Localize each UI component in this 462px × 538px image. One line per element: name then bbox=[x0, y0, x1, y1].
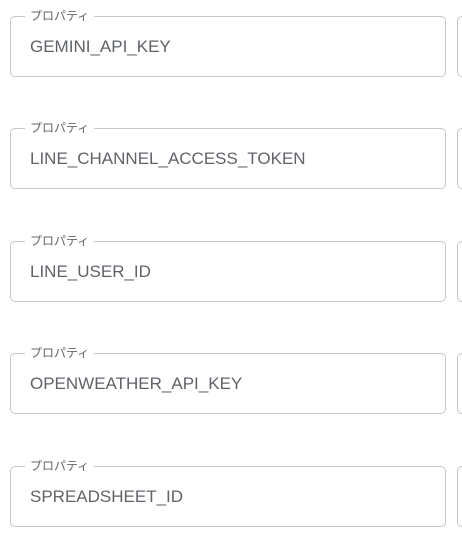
property-value[interactable]: GEMINI_API_KEY bbox=[30, 36, 171, 58]
property-label: プロパティ bbox=[25, 8, 95, 24]
value-field-5[interactable] bbox=[457, 466, 462, 527]
property-label: プロパティ bbox=[25, 458, 95, 474]
property-field-2[interactable]: プロパティ LINE_CHANNEL_ACCESS_TOKEN bbox=[10, 120, 446, 189]
property-label: プロパティ bbox=[25, 345, 95, 361]
value-field-2[interactable] bbox=[457, 128, 462, 189]
property-value[interactable]: LINE_USER_ID bbox=[30, 261, 151, 283]
property-label: プロパティ bbox=[25, 233, 95, 249]
property-field-1[interactable]: プロパティ GEMINI_API_KEY bbox=[10, 8, 446, 77]
value-field-1[interactable] bbox=[457, 16, 462, 77]
property-value[interactable]: OPENWEATHER_API_KEY bbox=[30, 373, 242, 395]
property-value[interactable]: SPREADSHEET_ID bbox=[30, 486, 183, 508]
value-field-3[interactable] bbox=[457, 241, 462, 302]
property-field-5[interactable]: プロパティ SPREADSHEET_ID bbox=[10, 458, 446, 527]
value-field-4[interactable] bbox=[457, 353, 462, 414]
property-field-3[interactable]: プロパティ LINE_USER_ID bbox=[10, 233, 446, 302]
property-value[interactable]: LINE_CHANNEL_ACCESS_TOKEN bbox=[30, 148, 306, 170]
property-field-4[interactable]: プロパティ OPENWEATHER_API_KEY bbox=[10, 345, 446, 414]
property-label: プロパティ bbox=[25, 120, 95, 136]
